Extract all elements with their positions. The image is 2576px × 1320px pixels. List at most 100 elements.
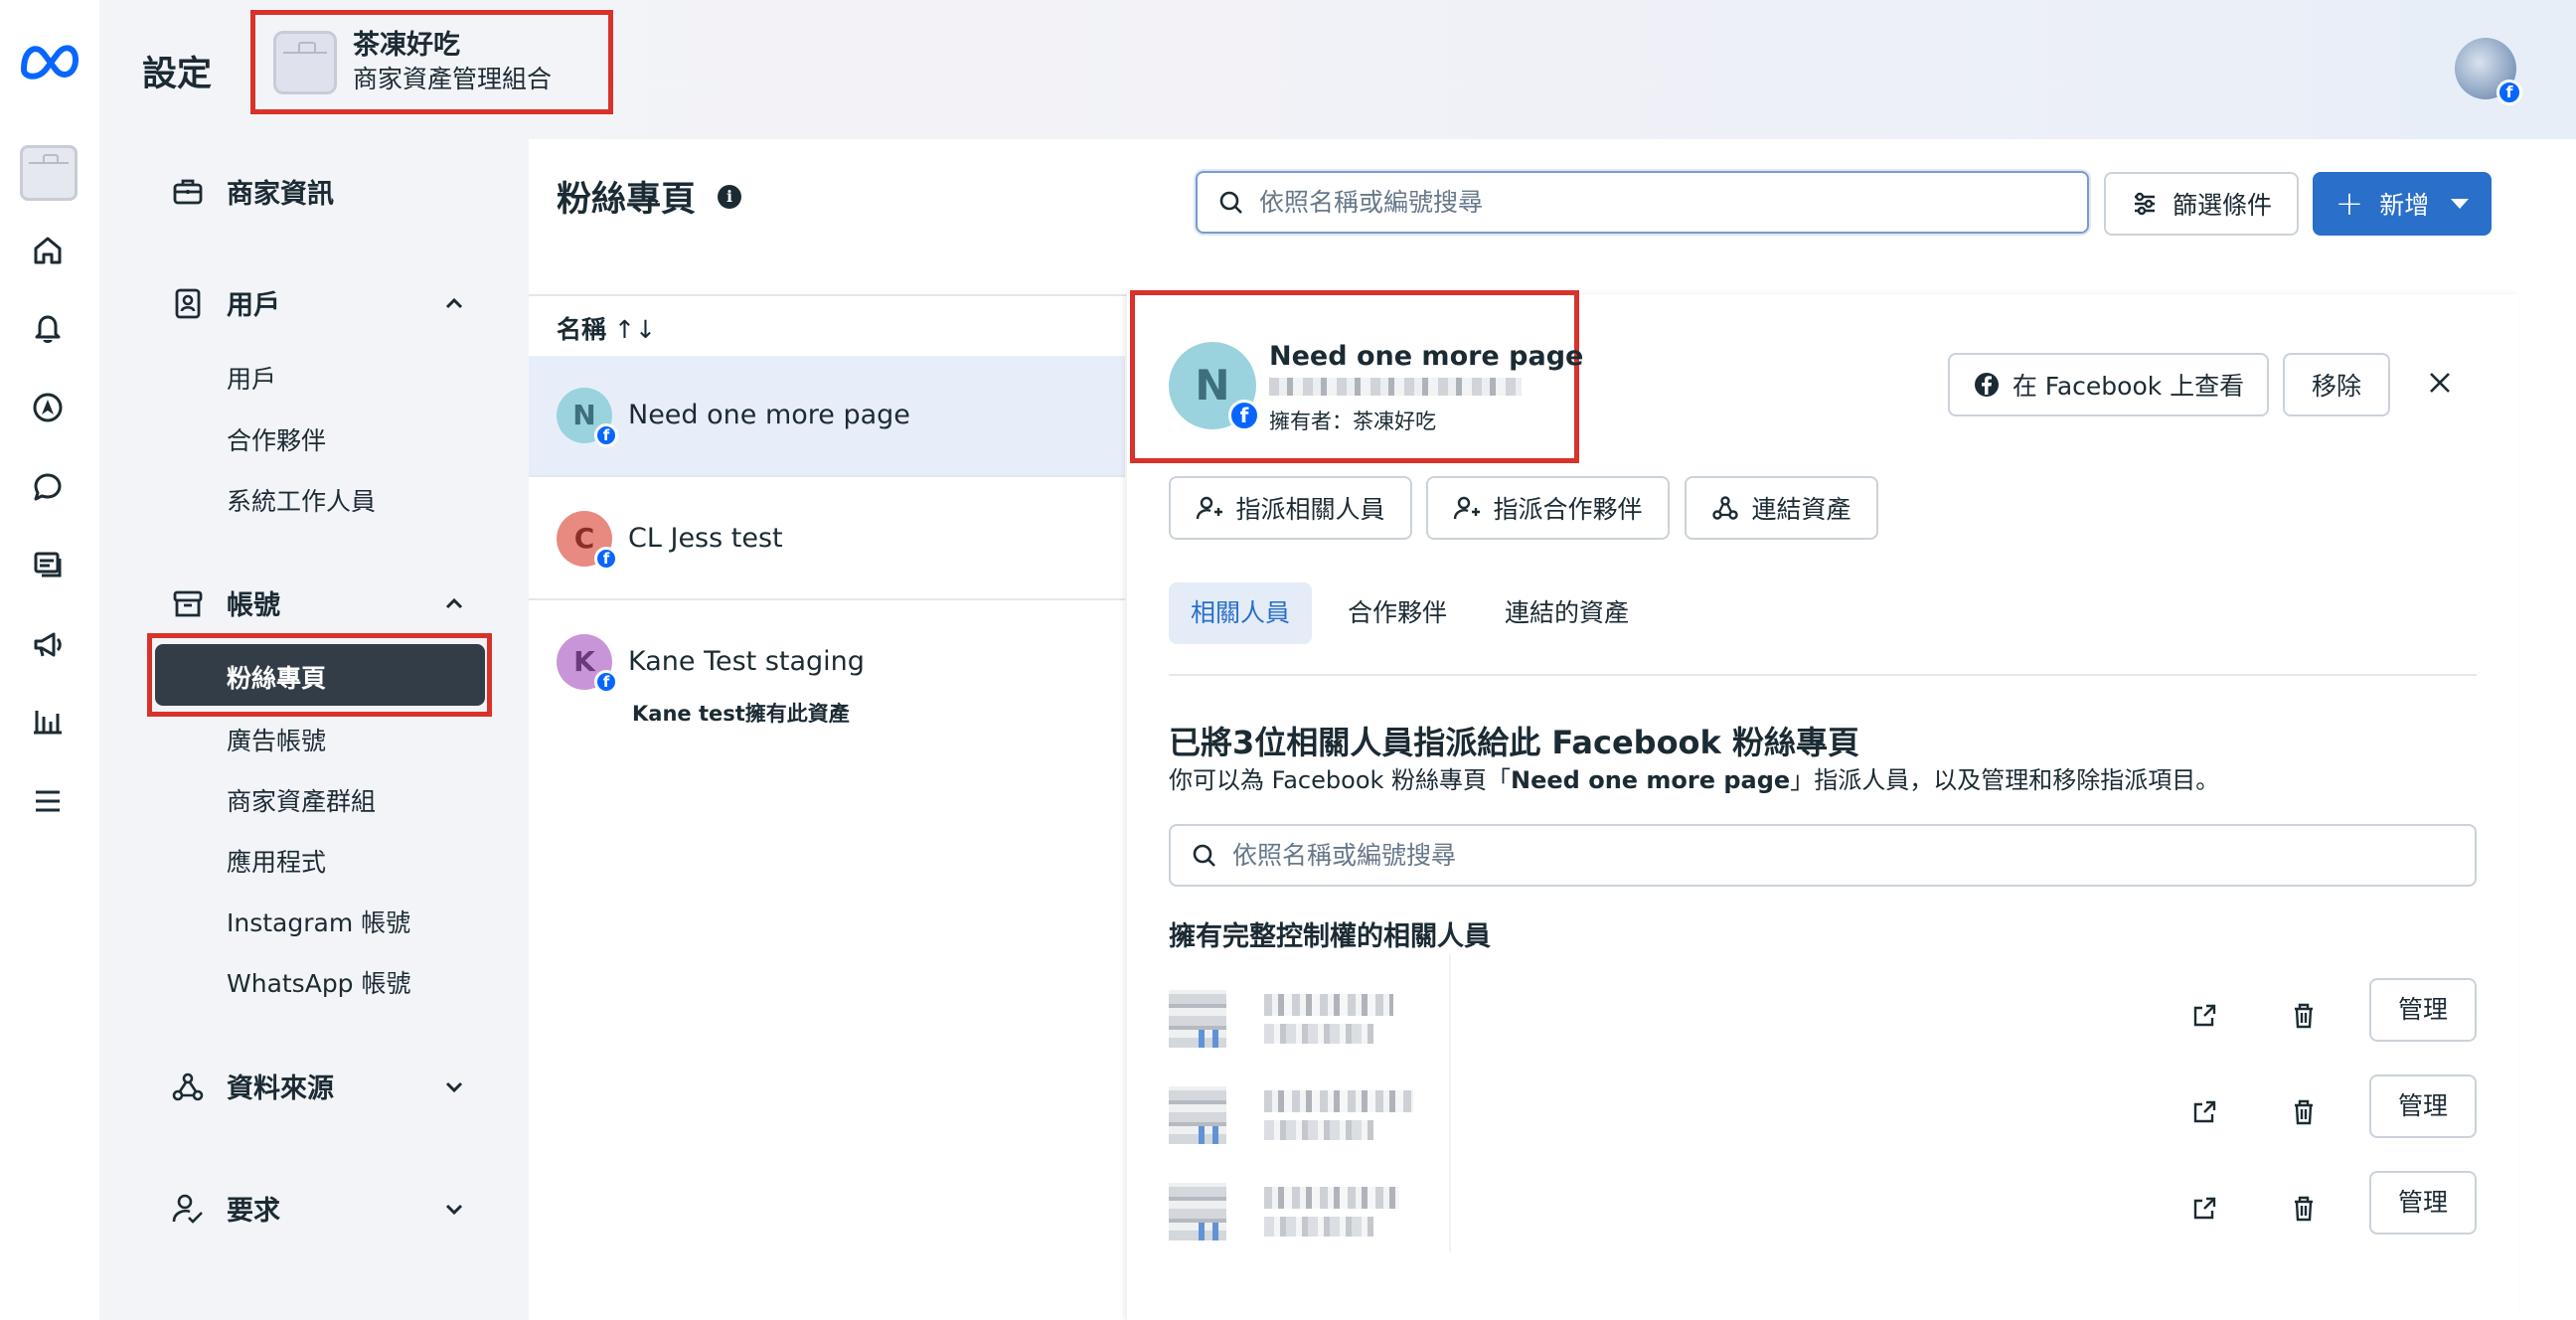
people-search-input[interactable] xyxy=(1232,841,2475,870)
tab-connected-assets[interactable]: 連結的資產 xyxy=(1483,582,1651,644)
avatar-initial: K xyxy=(573,645,595,678)
sort-icon[interactable]: ↑↓ xyxy=(614,315,656,344)
page-list-item[interactable]: N f Need one more page xyxy=(529,356,1125,477)
chevron-down-icon[interactable] xyxy=(439,1194,469,1224)
view-on-facebook-label: 在 Facebook 上查看 xyxy=(2012,372,2245,401)
page-search-input[interactable] xyxy=(1259,188,2087,217)
filter-button[interactable]: 篩選條件 xyxy=(2104,172,2299,236)
detail-page-id-redacted xyxy=(1269,378,1522,396)
avatar-initial: N xyxy=(1195,361,1230,410)
page-list-item[interactable]: C f CL Jess test xyxy=(529,479,1125,600)
person-row: 管理 xyxy=(1169,1169,2477,1264)
icon-rail xyxy=(0,0,99,1320)
avatar-initial: C xyxy=(573,522,595,555)
person-row: 管理 xyxy=(1169,1072,2477,1168)
connect-assets-button[interactable]: 連結資產 xyxy=(1685,476,1878,540)
sidebar-section-accounts[interactable]: 帳號 xyxy=(171,583,469,622)
user-badge-icon xyxy=(171,286,205,320)
sidebar-item-instagram[interactable]: Instagram 帳號 xyxy=(227,904,410,939)
sidebar-item-whatsapp[interactable]: WhatsApp 帳號 xyxy=(227,964,411,1000)
home-icon[interactable] xyxy=(28,231,68,270)
sidebar-item-users[interactable]: 用戶 xyxy=(227,360,276,396)
business-portfolio-icon[interactable] xyxy=(20,145,78,201)
external-link-icon[interactable] xyxy=(2186,998,2222,1034)
tab-partners[interactable]: 合作夥伴 xyxy=(1326,582,1469,644)
chevron-up-icon[interactable] xyxy=(439,588,469,618)
detail-page-name: Need one more page xyxy=(1269,341,1584,372)
trash-icon[interactable] xyxy=(2286,1094,2322,1130)
page-list-item[interactable]: K f Kane Test staging Kane test擁有此資產 xyxy=(529,602,1125,726)
meta-logo-icon[interactable] xyxy=(18,40,81,80)
trash-icon[interactable] xyxy=(2286,998,2322,1034)
content-icon[interactable] xyxy=(28,545,68,584)
tab-people[interactable]: 相關人員 xyxy=(1169,582,1313,644)
sidebar-section-label: 商家資訊 xyxy=(227,179,334,210)
chevron-down-icon[interactable] xyxy=(439,1072,469,1101)
sidebar-item-system-users[interactable]: 系統工作人員 xyxy=(227,482,376,518)
page-name: Kane Test staging xyxy=(628,646,865,677)
person-name-redacted xyxy=(1264,1187,1399,1209)
external-link-icon[interactable] xyxy=(2186,1094,2222,1130)
info-icon[interactable]: i xyxy=(718,184,742,209)
remove-label: 移除 xyxy=(2311,372,2361,401)
page-name: CL Jess test xyxy=(628,523,783,554)
menu-icon[interactable] xyxy=(28,781,68,821)
bell-icon[interactable] xyxy=(28,308,68,348)
full-control-heading: 擁有完整控制權的相關人員 xyxy=(1169,921,1491,952)
list-column-header[interactable]: 名稱 ↑↓ xyxy=(557,310,656,346)
caret-down-icon[interactable] xyxy=(2451,199,2470,209)
account-type: 商家資產管理組合 xyxy=(353,64,553,93)
divider xyxy=(1169,674,2477,676)
facebook-badge-icon: f xyxy=(1228,400,1260,431)
sidebar-item-partners[interactable]: 合作夥伴 xyxy=(227,421,326,457)
remove-button[interactable]: 移除 xyxy=(2283,353,2390,416)
business-account-switcher[interactable]: 茶凍好吃 商家資產管理組合 xyxy=(250,10,613,114)
chevron-up-icon[interactable] xyxy=(439,288,469,318)
sidebar-item-asset-groups[interactable]: 商家資產群組 xyxy=(227,782,376,818)
sidebar-section-label: 要求 xyxy=(227,1196,280,1227)
briefcase-icon xyxy=(273,30,337,94)
people-search-box[interactable] xyxy=(1169,824,2477,887)
connect-assets-label: 連結資產 xyxy=(1751,495,1852,524)
external-link-icon[interactable] xyxy=(2186,1191,2222,1227)
sidebar-section-users[interactable]: 用戶 xyxy=(171,283,469,322)
person-name-redacted xyxy=(1264,1090,1413,1112)
user-plus-icon xyxy=(1454,496,1481,520)
facebook-badge-icon: f xyxy=(594,670,618,694)
list-header-label: 名稱 xyxy=(557,315,607,344)
sidebar-section-requests[interactable]: 要求 xyxy=(171,1189,469,1228)
manage-button[interactable]: 管理 xyxy=(2369,978,2477,1042)
briefcase-icon xyxy=(171,175,205,209)
facebook-badge-icon: f xyxy=(2496,80,2522,105)
sidebar-item-pages[interactable]: 粉絲專頁 xyxy=(155,644,485,706)
sidebar-section-data-sources[interactable]: 資料來源 xyxy=(171,1067,469,1105)
page-avatar: N f xyxy=(557,388,618,447)
close-icon[interactable] xyxy=(2425,368,2455,398)
trash-icon[interactable] xyxy=(2286,1191,2322,1227)
sidebar-item-apps[interactable]: 應用程式 xyxy=(227,843,326,879)
assign-partner-button[interactable]: 指派合作夥伴 xyxy=(1426,476,1670,540)
view-on-facebook-button[interactable]: 在 Facebook 上查看 xyxy=(1948,353,2269,416)
chat-icon[interactable] xyxy=(28,467,68,507)
sidebar-item-ad-accounts[interactable]: 廣告帳號 xyxy=(227,722,326,757)
sidebar-section-business-info[interactable]: 商家資訊 xyxy=(171,172,469,211)
navigation-icon[interactable] xyxy=(28,388,68,427)
insights-icon[interactable] xyxy=(28,702,68,742)
user-avatar[interactable]: f xyxy=(2455,38,2522,105)
manage-button[interactable]: 管理 xyxy=(2369,1074,2477,1138)
archive-box-icon xyxy=(171,586,205,620)
facebook-badge-icon: f xyxy=(594,547,618,571)
manage-button[interactable]: 管理 xyxy=(2369,1171,2477,1235)
user-check-icon xyxy=(171,1192,205,1226)
person-role-redacted xyxy=(1264,1217,1373,1237)
desc-page-name: Need one more page xyxy=(1511,766,1791,794)
desc-suffix: 」指派人員，以及管理和移除指派項目。 xyxy=(1790,766,2220,794)
page-search-box[interactable] xyxy=(1196,171,2089,234)
person-avatar-redacted xyxy=(1169,990,1226,1048)
megaphone-icon[interactable] xyxy=(28,624,68,664)
desc-prefix: 你可以為 Facebook 粉絲專頁「 xyxy=(1169,766,1512,794)
assign-people-button[interactable]: 指派相關人員 xyxy=(1169,476,1412,540)
sidebar-item-label: 粉絲專頁 xyxy=(227,664,327,693)
avatar-initial: N xyxy=(572,399,596,431)
add-new-button[interactable]: + 新增 xyxy=(2313,172,2492,236)
